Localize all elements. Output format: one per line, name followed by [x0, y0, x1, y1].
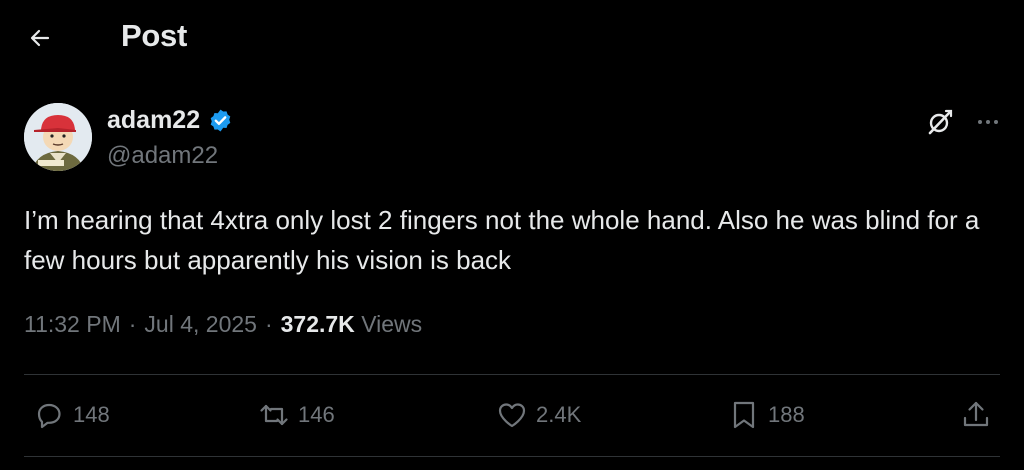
like-button[interactable]: 2.4K [496, 395, 581, 435]
verified-badge-icon [208, 108, 233, 133]
author-name-row[interactable]: adam22 [107, 104, 233, 136]
reply-icon [37, 403, 61, 429]
divider-bottom [24, 456, 1000, 457]
page-title: Post [121, 18, 187, 53]
post-time[interactable]: 11:32 PM [24, 311, 121, 337]
avatar[interactable] [24, 103, 92, 171]
reply-count: 148 [73, 402, 110, 427]
grok-icon [928, 109, 953, 135]
bookmark-count: 188 [768, 402, 805, 427]
action-bar: 148 146 2.4K 188 [0, 378, 1024, 454]
share-button[interactable] [960, 395, 992, 435]
arrow-left-icon [30, 29, 50, 47]
bookmark-icon [733, 401, 755, 429]
repost-count: 146 [298, 402, 335, 427]
post-date[interactable]: Jul 4, 2025 [144, 311, 257, 337]
post-header: Post [0, 0, 1024, 76]
views-count: 372.7K [280, 311, 355, 337]
display-name[interactable]: adam22 [107, 106, 200, 135]
post-text: I’m hearing that 4xtra only lost 2 finge… [24, 205, 980, 275]
avatar-image [24, 103, 92, 171]
reply-button[interactable]: 148 [33, 395, 110, 435]
author-handle[interactable]: @adam22 [107, 142, 218, 170]
grok-button[interactable] [922, 104, 958, 140]
bookmark-button[interactable]: 188 [728, 395, 805, 435]
meta-separator: · [264, 311, 273, 337]
back-button[interactable] [22, 20, 58, 56]
share-icon [963, 401, 989, 427]
post-meta: 11:32 PM · Jul 4, 2025 · 372.7K Views [24, 311, 422, 338]
like-count: 2.4K [536, 402, 582, 427]
more-horizontal-icon [978, 120, 998, 124]
divider-top [24, 374, 1000, 375]
repost-icon [260, 404, 288, 426]
meta-separator: · [128, 311, 137, 337]
more-options-button[interactable] [970, 104, 1006, 140]
repost-button[interactable]: 146 [258, 395, 335, 435]
heart-icon [498, 403, 526, 428]
views-label: Views [361, 311, 423, 337]
